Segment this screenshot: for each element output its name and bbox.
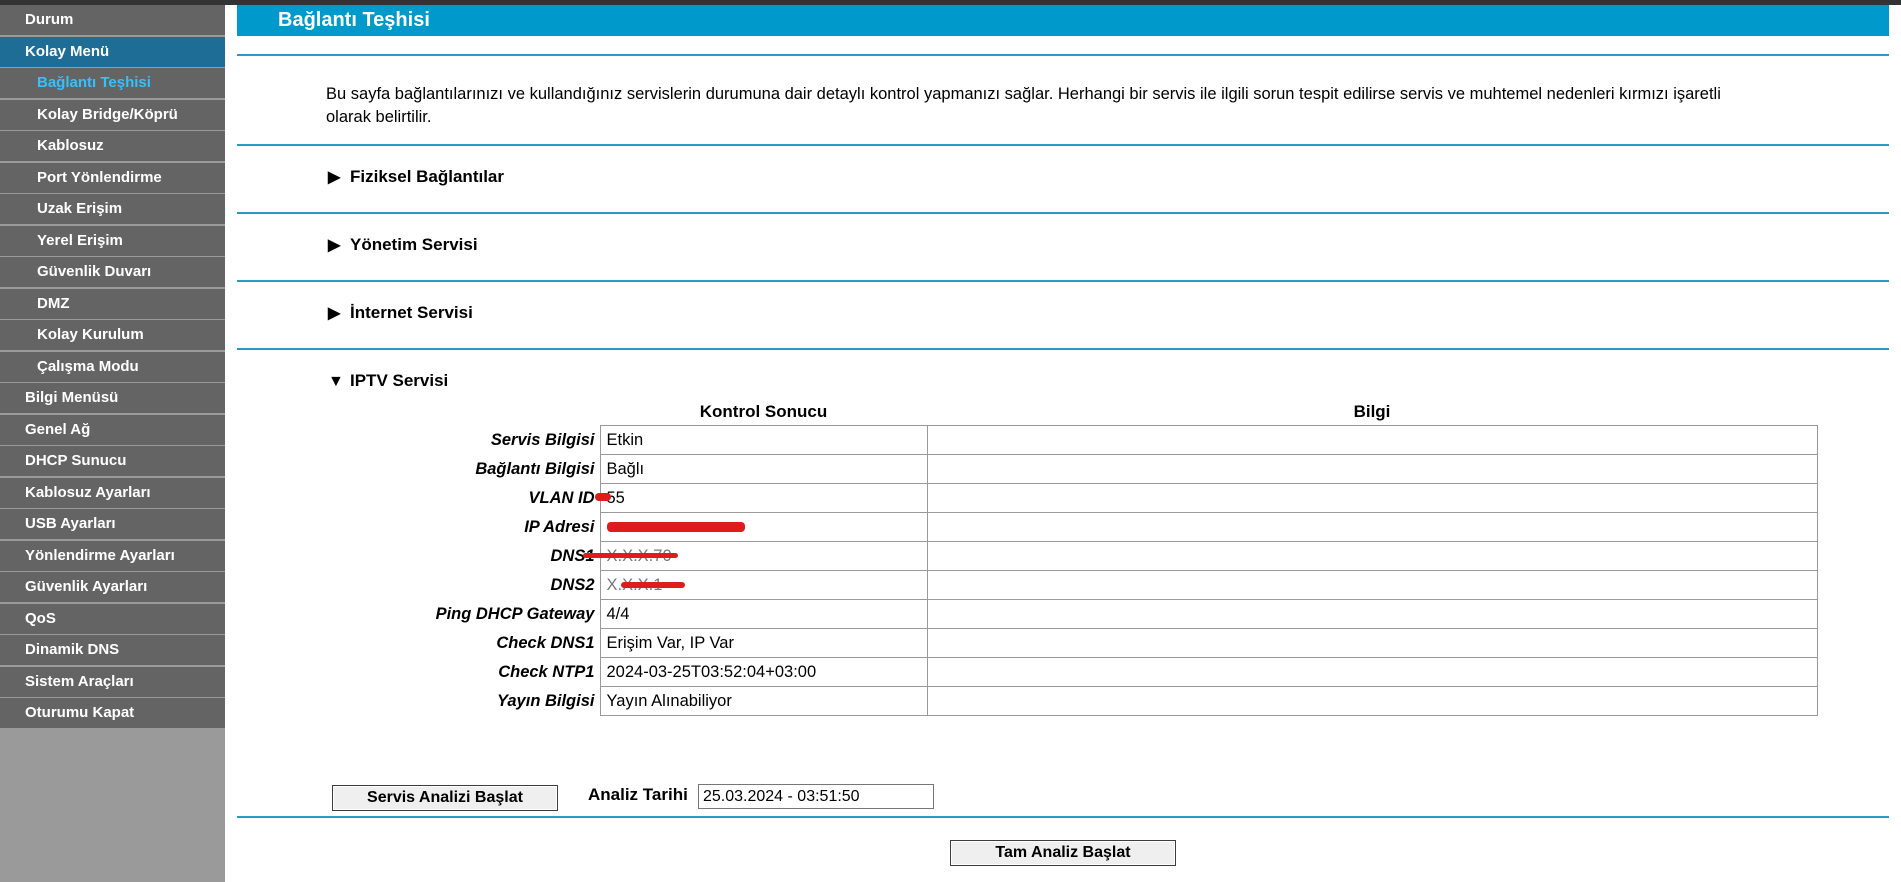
section-label: İnternet Servisi bbox=[350, 303, 473, 322]
sidebar-item-port-yonlendirme[interactable]: Port Yönlendirme bbox=[0, 162, 225, 193]
iptv-status-table: Servis Bilgisi Etkin Bağlantı Bilgisi Ba… bbox=[333, 425, 1818, 716]
sidebar-item-guvenlik-ayarlari[interactable]: Güvenlik Ayarları bbox=[0, 572, 225, 602]
table-row: Ping DHCP Gateway 4/4 bbox=[333, 599, 1818, 629]
row-label: VLAN ID bbox=[528, 488, 595, 507]
row-info bbox=[926, 570, 1818, 600]
row-value: Yayın Alınabiliyor bbox=[599, 686, 928, 716]
section-header-fiziksel[interactable]: ▶ Fiziksel Bağlantılar bbox=[328, 167, 504, 187]
sidebar-item-kolay-menu[interactable]: Kolay Menü bbox=[0, 36, 225, 67]
section-label: IPTV Servisi bbox=[350, 371, 449, 390]
row-info bbox=[926, 686, 1818, 716]
row-value-redacted bbox=[599, 512, 928, 542]
collapse-arrow-icon: ▼ bbox=[328, 373, 344, 390]
row-label: Yayın Bilgisi bbox=[496, 691, 595, 710]
sidebar-item-uzak-erisim[interactable]: Uzak Erişim bbox=[0, 194, 225, 224]
section-header-iptv[interactable]: ▼ IPTV Servisi bbox=[328, 371, 448, 391]
sidebar-item-kolay-bridge[interactable]: Kolay Bridge/Köprü bbox=[0, 99, 225, 130]
expand-arrow-icon: ▶ bbox=[328, 237, 341, 254]
redaction-mark bbox=[582, 553, 678, 558]
section-internet-servisi: ▶ İnternet Servisi bbox=[237, 282, 1889, 348]
sidebar-item-yonlendirme-ayarlari[interactable]: Yönlendirme Ayarları bbox=[0, 540, 225, 571]
row-info bbox=[926, 512, 1818, 542]
column-header-info: Bilgi bbox=[1353, 402, 1391, 421]
section-header-yonetim[interactable]: ▶ Yönetim Servisi bbox=[328, 235, 478, 255]
analysis-date-field[interactable] bbox=[698, 784, 934, 809]
analysis-date-label: Analiz Tarihi bbox=[588, 785, 688, 804]
row-label: Servis Bilgisi bbox=[490, 430, 595, 449]
table-row: Yayın Bilgisi Yayın Alınabiliyor bbox=[333, 686, 1818, 716]
row-label: DNS2 bbox=[550, 575, 595, 594]
page-title: Bağlantı Teşhisi bbox=[237, 5, 1889, 36]
sidebar-item-dmz[interactable]: DMZ bbox=[0, 288, 225, 319]
sidebar-item-baglanti-teshisi[interactable]: Bağlantı Teşhisi bbox=[0, 68, 225, 98]
row-label: Bağlantı Bilgisi bbox=[475, 459, 595, 478]
row-label: Ping DHCP Gateway bbox=[435, 604, 595, 623]
row-value: 4/4 bbox=[599, 599, 928, 629]
table-row: IP Adresi bbox=[333, 512, 1818, 542]
row-value-redacted: X.X.X.70 bbox=[582, 541, 928, 571]
table-row: Check NTP1 2024-03-25T03:52:04+03:00 bbox=[333, 657, 1818, 687]
section-yonetim-servisi: ▶ Yönetim Servisi bbox=[237, 214, 1889, 280]
row-value: 2024-03-25T03:52:04+03:00 bbox=[599, 657, 928, 687]
sidebar-item-calisma-modu[interactable]: Çalışma Modu bbox=[0, 351, 225, 382]
row-info bbox=[926, 483, 1818, 513]
section-label: Yönetim Servisi bbox=[350, 235, 478, 254]
row-value: Bağlı bbox=[599, 454, 928, 484]
start-full-analysis-button[interactable]: Tam Analiz Başlat bbox=[950, 840, 1176, 866]
sidebar-item-oturumu-kapat[interactable]: Oturumu Kapat bbox=[0, 698, 225, 728]
sidebar-item-qos[interactable]: QoS bbox=[0, 603, 225, 634]
sidebar-item-usb-ayarlari[interactable]: USB Ayarları bbox=[0, 509, 225, 539]
row-value-redacted: X.X.X.1 bbox=[599, 570, 928, 600]
row-info bbox=[926, 541, 1818, 571]
row-label: Check DNS1 bbox=[496, 633, 595, 652]
sidebar-item-bilgi-menusu[interactable]: Bilgi Menüsü bbox=[0, 383, 225, 413]
start-service-analysis-button[interactable]: Servis Analizi Başlat bbox=[332, 785, 558, 811]
table-row: Check DNS1 Erişim Var, IP Var bbox=[333, 628, 1818, 658]
section-label: Fiziksel Bağlantılar bbox=[350, 167, 504, 186]
sidebar-item-kablosuz[interactable]: Kablosuz bbox=[0, 131, 225, 161]
expand-arrow-icon: ▶ bbox=[328, 169, 341, 186]
sidebar-item-sistem-araclari[interactable]: Sistem Araçları bbox=[0, 666, 225, 697]
sidebar-item-kablosuz-ayarlari[interactable]: Kablosuz Ayarları bbox=[0, 477, 225, 508]
row-value-redacted: 55 bbox=[594, 483, 928, 513]
row-value: Etkin bbox=[599, 425, 928, 455]
table-row: DNS1 X.X.X.70 bbox=[333, 541, 1818, 571]
row-info bbox=[926, 657, 1818, 687]
sidebar-menu: Durum Kolay Menü Bağlantı Teşhisi Kolay … bbox=[0, 5, 225, 882]
table-row: Bağlantı Bilgisi Bağlı bbox=[333, 454, 1818, 484]
sidebar-item-kolay-kurulum[interactable]: Kolay Kurulum bbox=[0, 320, 225, 350]
column-header-result: Kontrol Sonucu bbox=[699, 402, 828, 421]
table-row: DNS2 X.X.X.1 bbox=[333, 570, 1818, 600]
row-value: Erişim Var, IP Var bbox=[599, 628, 928, 658]
row-label: IP Adresi bbox=[524, 517, 595, 536]
section-fiziksel-baglantilar: ▶ Fiziksel Bağlantılar bbox=[237, 146, 1889, 212]
page-description: Bu sayfa bağlantılarınızı ve kullandığın… bbox=[326, 85, 1721, 126]
section-header-internet[interactable]: ▶ İnternet Servisi bbox=[328, 303, 473, 323]
row-label: Check NTP1 bbox=[498, 662, 595, 681]
redaction-mark bbox=[620, 582, 685, 588]
row-info bbox=[926, 454, 1818, 484]
sidebar-item-dhcp-sunucu[interactable]: DHCP Sunucu bbox=[0, 446, 225, 476]
row-info bbox=[926, 425, 1818, 455]
table-row: VLAN ID 55 bbox=[333, 483, 1818, 513]
sidebar-item-durum[interactable]: Durum bbox=[0, 5, 225, 35]
redaction-mark bbox=[594, 493, 611, 502]
row-label: DNS1 bbox=[550, 546, 595, 565]
row-info bbox=[926, 628, 1818, 658]
sidebar-item-yerel-erisim[interactable]: Yerel Erişim bbox=[0, 225, 225, 256]
sidebar-item-guvenlik-duvari[interactable]: Güvenlik Duvarı bbox=[0, 257, 225, 287]
row-info bbox=[926, 599, 1818, 629]
table-row: Servis Bilgisi Etkin bbox=[333, 425, 1818, 455]
sidebar-item-dinamik-dns[interactable]: Dinamik DNS bbox=[0, 635, 225, 665]
section-iptv-servisi: ▼ IPTV Servisi Kontrol Sonucu Bilgi Servi… bbox=[237, 350, 1889, 816]
bottom-actions: Tam Analiz Başlat bbox=[237, 818, 1889, 878]
main-content: Bağlantı Teşhisi Bu sayfa bağlantılarını… bbox=[237, 5, 1889, 878]
expand-arrow-icon: ▶ bbox=[328, 305, 341, 322]
sidebar-item-genel-ag[interactable]: Genel Ağ bbox=[0, 414, 225, 445]
redaction-mark bbox=[606, 522, 745, 533]
